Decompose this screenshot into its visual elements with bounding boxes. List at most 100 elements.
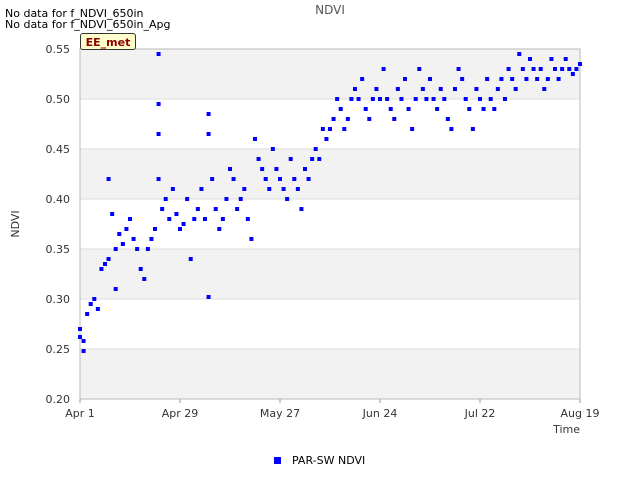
data-point	[399, 97, 404, 101]
data-point	[242, 187, 247, 191]
data-point	[188, 257, 193, 261]
data-point	[378, 97, 382, 101]
data-point	[249, 237, 254, 241]
x-tick-label: Apr 29	[162, 407, 199, 420]
data-point	[353, 87, 357, 91]
data-point	[538, 67, 543, 71]
data-point	[517, 52, 522, 56]
data-point	[392, 117, 397, 121]
data-point	[228, 167, 232, 171]
data-point	[428, 77, 432, 81]
data-point	[206, 112, 211, 116]
data-point	[253, 137, 257, 141]
data-point	[128, 217, 132, 221]
data-point	[192, 217, 197, 221]
y-tick-label: 0.30	[46, 293, 71, 306]
data-point	[210, 177, 215, 181]
data-point	[138, 267, 143, 271]
y-tick-label: 0.50	[46, 93, 71, 106]
data-point	[195, 207, 200, 211]
data-point	[156, 177, 161, 181]
data-point	[374, 87, 379, 91]
grid-band	[80, 49, 580, 99]
data-point	[345, 117, 350, 121]
data-point	[513, 87, 518, 91]
data-point	[295, 187, 300, 191]
data-point	[206, 132, 211, 136]
data-point	[492, 107, 497, 111]
data-point	[313, 147, 318, 151]
data-point	[520, 67, 525, 71]
data-point	[453, 87, 457, 91]
data-point	[363, 107, 368, 111]
legend[interactable]: PAR-SW NDVI	[274, 454, 365, 467]
y-tick-label: 0.45	[46, 143, 71, 156]
data-point	[549, 57, 554, 61]
data-point	[335, 97, 340, 101]
data-point	[99, 267, 104, 271]
data-point	[235, 207, 240, 211]
data-point	[163, 197, 168, 201]
data-point	[560, 67, 565, 71]
data-point	[388, 107, 393, 111]
x-tick-label: Jul 22	[464, 407, 496, 420]
data-point	[367, 117, 372, 121]
data-point	[356, 97, 361, 101]
grid-band	[80, 349, 580, 399]
data-point	[381, 67, 386, 71]
data-point	[481, 107, 486, 111]
data-point	[578, 62, 582, 66]
data-point	[145, 247, 150, 251]
data-point	[78, 335, 82, 339]
data-point	[92, 297, 97, 301]
data-point	[563, 57, 568, 61]
data-point	[256, 157, 261, 161]
data-point	[328, 127, 332, 131]
chart-title: NDVI	[315, 3, 345, 17]
data-point	[110, 212, 115, 216]
data-point	[106, 177, 111, 181]
data-point	[542, 87, 547, 91]
y-tick-label: 0.25	[46, 343, 71, 356]
x-axis-label: Time	[552, 423, 580, 436]
data-point	[303, 167, 307, 171]
x-tick-label: Jun 24	[362, 407, 398, 420]
data-point	[203, 217, 207, 221]
data-point	[231, 177, 236, 181]
data-point	[156, 102, 161, 106]
data-point	[406, 107, 411, 111]
data-point	[395, 87, 400, 91]
data-point	[449, 127, 454, 131]
data-point	[553, 67, 557, 71]
data-point	[131, 237, 136, 241]
data-point	[324, 137, 329, 141]
data-point	[81, 349, 86, 353]
data-point	[503, 97, 507, 101]
data-point	[506, 67, 511, 71]
data-point	[531, 67, 536, 71]
data-point	[124, 227, 129, 231]
data-point	[160, 207, 165, 211]
data-point	[224, 197, 229, 201]
data-point	[442, 97, 447, 101]
data-point	[149, 237, 154, 241]
data-point	[270, 147, 275, 151]
data-point	[120, 242, 125, 246]
data-point	[435, 107, 440, 111]
data-point	[574, 67, 579, 71]
y-tick-label: 0.40	[46, 193, 71, 206]
data-point	[113, 247, 118, 251]
data-point	[567, 67, 572, 71]
data-point	[438, 87, 443, 91]
data-point	[306, 177, 311, 181]
y-tick-label: 0.35	[46, 243, 71, 256]
data-point	[403, 77, 407, 81]
data-point	[342, 127, 347, 131]
data-point	[488, 97, 493, 101]
data-point	[320, 127, 325, 131]
y-tick-label: 0.55	[46, 43, 71, 56]
grid-band	[80, 149, 580, 199]
data-point	[135, 247, 140, 251]
y-tick-label: 0.20	[46, 393, 71, 406]
data-point	[78, 327, 82, 331]
